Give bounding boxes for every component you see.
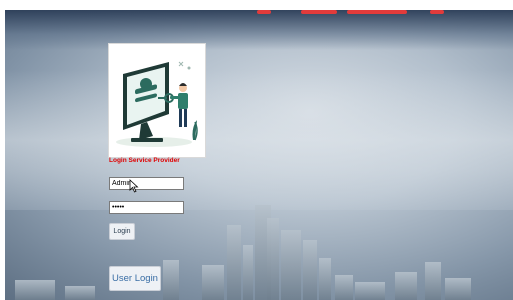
building [425, 262, 441, 300]
building [355, 282, 385, 300]
username-input[interactable] [109, 177, 184, 190]
password-input[interactable] [109, 201, 184, 214]
header-fragment [301, 10, 337, 14]
header-fragment [257, 10, 271, 14]
building [202, 265, 224, 300]
building [163, 260, 179, 300]
building [335, 275, 353, 300]
login-button[interactable]: Login [109, 223, 135, 240]
building [15, 280, 55, 300]
city-background [5, 10, 513, 300]
login-illustration [108, 43, 206, 158]
building [303, 240, 317, 300]
building [243, 245, 253, 300]
service-provider-label: Login Service Provider [109, 157, 180, 164]
building [319, 258, 331, 300]
login-illustration-icon [116, 61, 198, 147]
sky-band [5, 10, 513, 50]
header-fragment [347, 10, 407, 14]
building [227, 225, 241, 300]
building [267, 218, 279, 300]
header-fragment [430, 10, 444, 14]
mouse-cursor-icon [129, 179, 139, 193]
user-login-button[interactable]: User Login [109, 266, 161, 291]
haze-layer [5, 70, 513, 210]
building [445, 278, 471, 300]
building [65, 286, 95, 300]
building [281, 230, 301, 300]
building [395, 272, 417, 300]
